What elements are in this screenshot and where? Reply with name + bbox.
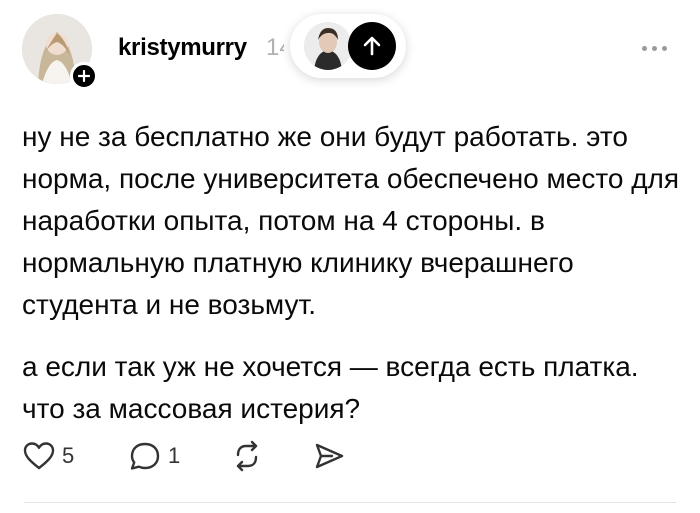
follow-button[interactable] — [70, 62, 98, 90]
arrow-up-icon — [363, 36, 381, 56]
divider — [24, 502, 676, 503]
send-icon — [315, 443, 344, 469]
author-avatar-container[interactable] — [22, 14, 98, 90]
like-count: 5 — [62, 443, 75, 468]
repost-button[interactable] — [230, 438, 264, 474]
like-button[interactable]: 5 — [22, 438, 74, 474]
floating-scroll-pill[interactable] — [290, 14, 406, 78]
avatar[interactable] — [304, 22, 352, 70]
heart-icon — [23, 442, 55, 470]
post-paragraph: а если так уж не хочется — всегда есть п… — [22, 351, 639, 424]
post-paragraph: ну не за бесплатно же они будут работать… — [22, 121, 680, 320]
comment-icon — [130, 442, 160, 470]
action-bar: 5 1 — [22, 438, 422, 474]
plus-icon — [78, 70, 90, 82]
username[interactable]: kristymurry — [118, 34, 247, 62]
scroll-to-top-button[interactable] — [348, 22, 396, 70]
repost-icon — [236, 440, 258, 472]
more-horizontal-icon — [641, 45, 647, 51]
share-button[interactable] — [312, 438, 346, 474]
reply-count: 1 — [168, 443, 181, 468]
more-options-button[interactable] — [634, 38, 674, 58]
reply-button[interactable]: 1 — [128, 438, 180, 474]
post-body: ну не за бесплатно же они будут работать… — [22, 116, 682, 450]
post-time: 14 — [266, 34, 284, 61]
